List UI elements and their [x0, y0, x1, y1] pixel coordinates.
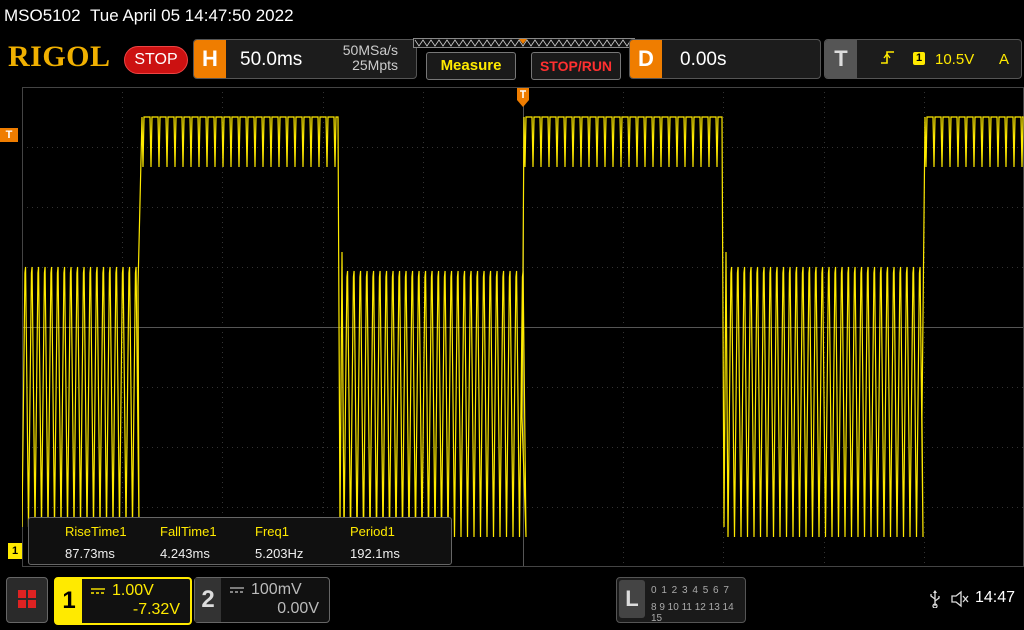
- delay-panel[interactable]: D 0.00s: [629, 39, 821, 79]
- trigger-source: 1: [913, 52, 925, 65]
- digital-channels-row1: 0 1 2 3 4 5 6 7: [651, 585, 730, 596]
- measure-button[interactable]: Measure: [426, 52, 516, 80]
- status-clock: 14:47: [975, 589, 1016, 606]
- channel1-scale: 1.00V: [112, 582, 154, 599]
- channel2-number: 2: [195, 578, 221, 622]
- sample-rate: 50MSa/s: [342, 42, 398, 58]
- grid-menu-icon: [18, 590, 36, 608]
- memory-depth: 25Mpts: [352, 57, 398, 73]
- horizontal-badge: H: [194, 40, 226, 78]
- channel2-scale: 100mV: [251, 581, 302, 598]
- trigger-position-marker[interactable]: [517, 88, 529, 108]
- measurement-value: 4.243ms: [160, 546, 210, 561]
- speaker-muted-icon[interactable]: [950, 590, 970, 608]
- delay-value: 0.00s: [680, 49, 727, 70]
- horizontal-panel[interactable]: H 50.0ms 50MSa/s 25Mpts: [193, 39, 417, 79]
- channel2-offset: 0.00V: [277, 600, 319, 617]
- channel1-panel[interactable]: 1 1.00V -7.32V: [54, 577, 192, 625]
- trigger-panel[interactable]: T 1 10.5V A: [824, 39, 1022, 79]
- memory-position-strip[interactable]: [413, 38, 635, 48]
- trigger-level-marker[interactable]: T: [0, 128, 18, 142]
- measurement-label: FallTime1: [160, 524, 217, 539]
- run-state-badge[interactable]: STOP: [124, 46, 188, 74]
- model-name: MSO5102: [4, 6, 81, 25]
- channel2-panel[interactable]: 2 100mV 0.00V: [194, 577, 330, 623]
- digital-channels-row2: 8 9 10 11 12 13 14 15: [651, 602, 734, 624]
- measurement-value: 5.203Hz: [255, 546, 304, 561]
- stop-run-button[interactable]: STOP/RUN: [531, 52, 621, 80]
- trigger-mode: A: [999, 51, 1010, 68]
- usb-icon: [930, 590, 940, 608]
- timebase-value: 50.0ms: [240, 49, 303, 70]
- measurement-value: 87.73ms: [65, 546, 115, 561]
- channel1-offset: -7.32V: [132, 601, 180, 618]
- waveform-display[interactable]: [22, 87, 1024, 567]
- acquisition-info: 50MSa/s 25Mpts: [334, 43, 398, 73]
- device-title: MSO5102 Tue April 05 14:47:50 2022: [4, 6, 294, 26]
- measurement-label: Freq1: [255, 524, 289, 539]
- measurement-results-panel: RiseTime1 87.73ms FallTime1 4.243ms Freq…: [28, 517, 452, 565]
- delay-badge: D: [630, 40, 662, 78]
- rising-edge-icon: [881, 51, 894, 64]
- channel1-number: 1: [56, 579, 82, 623]
- measurement-value: 192.1ms: [350, 546, 400, 561]
- datetime: Tue April 05 14:47:50 2022: [90, 6, 294, 25]
- logic-analyzer-panel[interactable]: L 0 1 2 3 4 5 6 7 8 9 10 11 12 13 14 15: [616, 577, 746, 624]
- logic-analyzer-badge: L: [619, 580, 645, 618]
- rigol-logo: RIGOL: [8, 40, 111, 73]
- dc-coupling-icon: [230, 587, 244, 593]
- trigger-level: 10.5V: [935, 51, 975, 68]
- trigger-badge: T: [825, 40, 857, 78]
- main-menu-button[interactable]: [6, 577, 48, 623]
- dc-coupling-icon: [91, 588, 105, 594]
- measurement-label: RiseTime1: [65, 524, 127, 539]
- channel1-offset-marker[interactable]: 1: [8, 543, 22, 559]
- measurement-label: Period1: [350, 524, 395, 539]
